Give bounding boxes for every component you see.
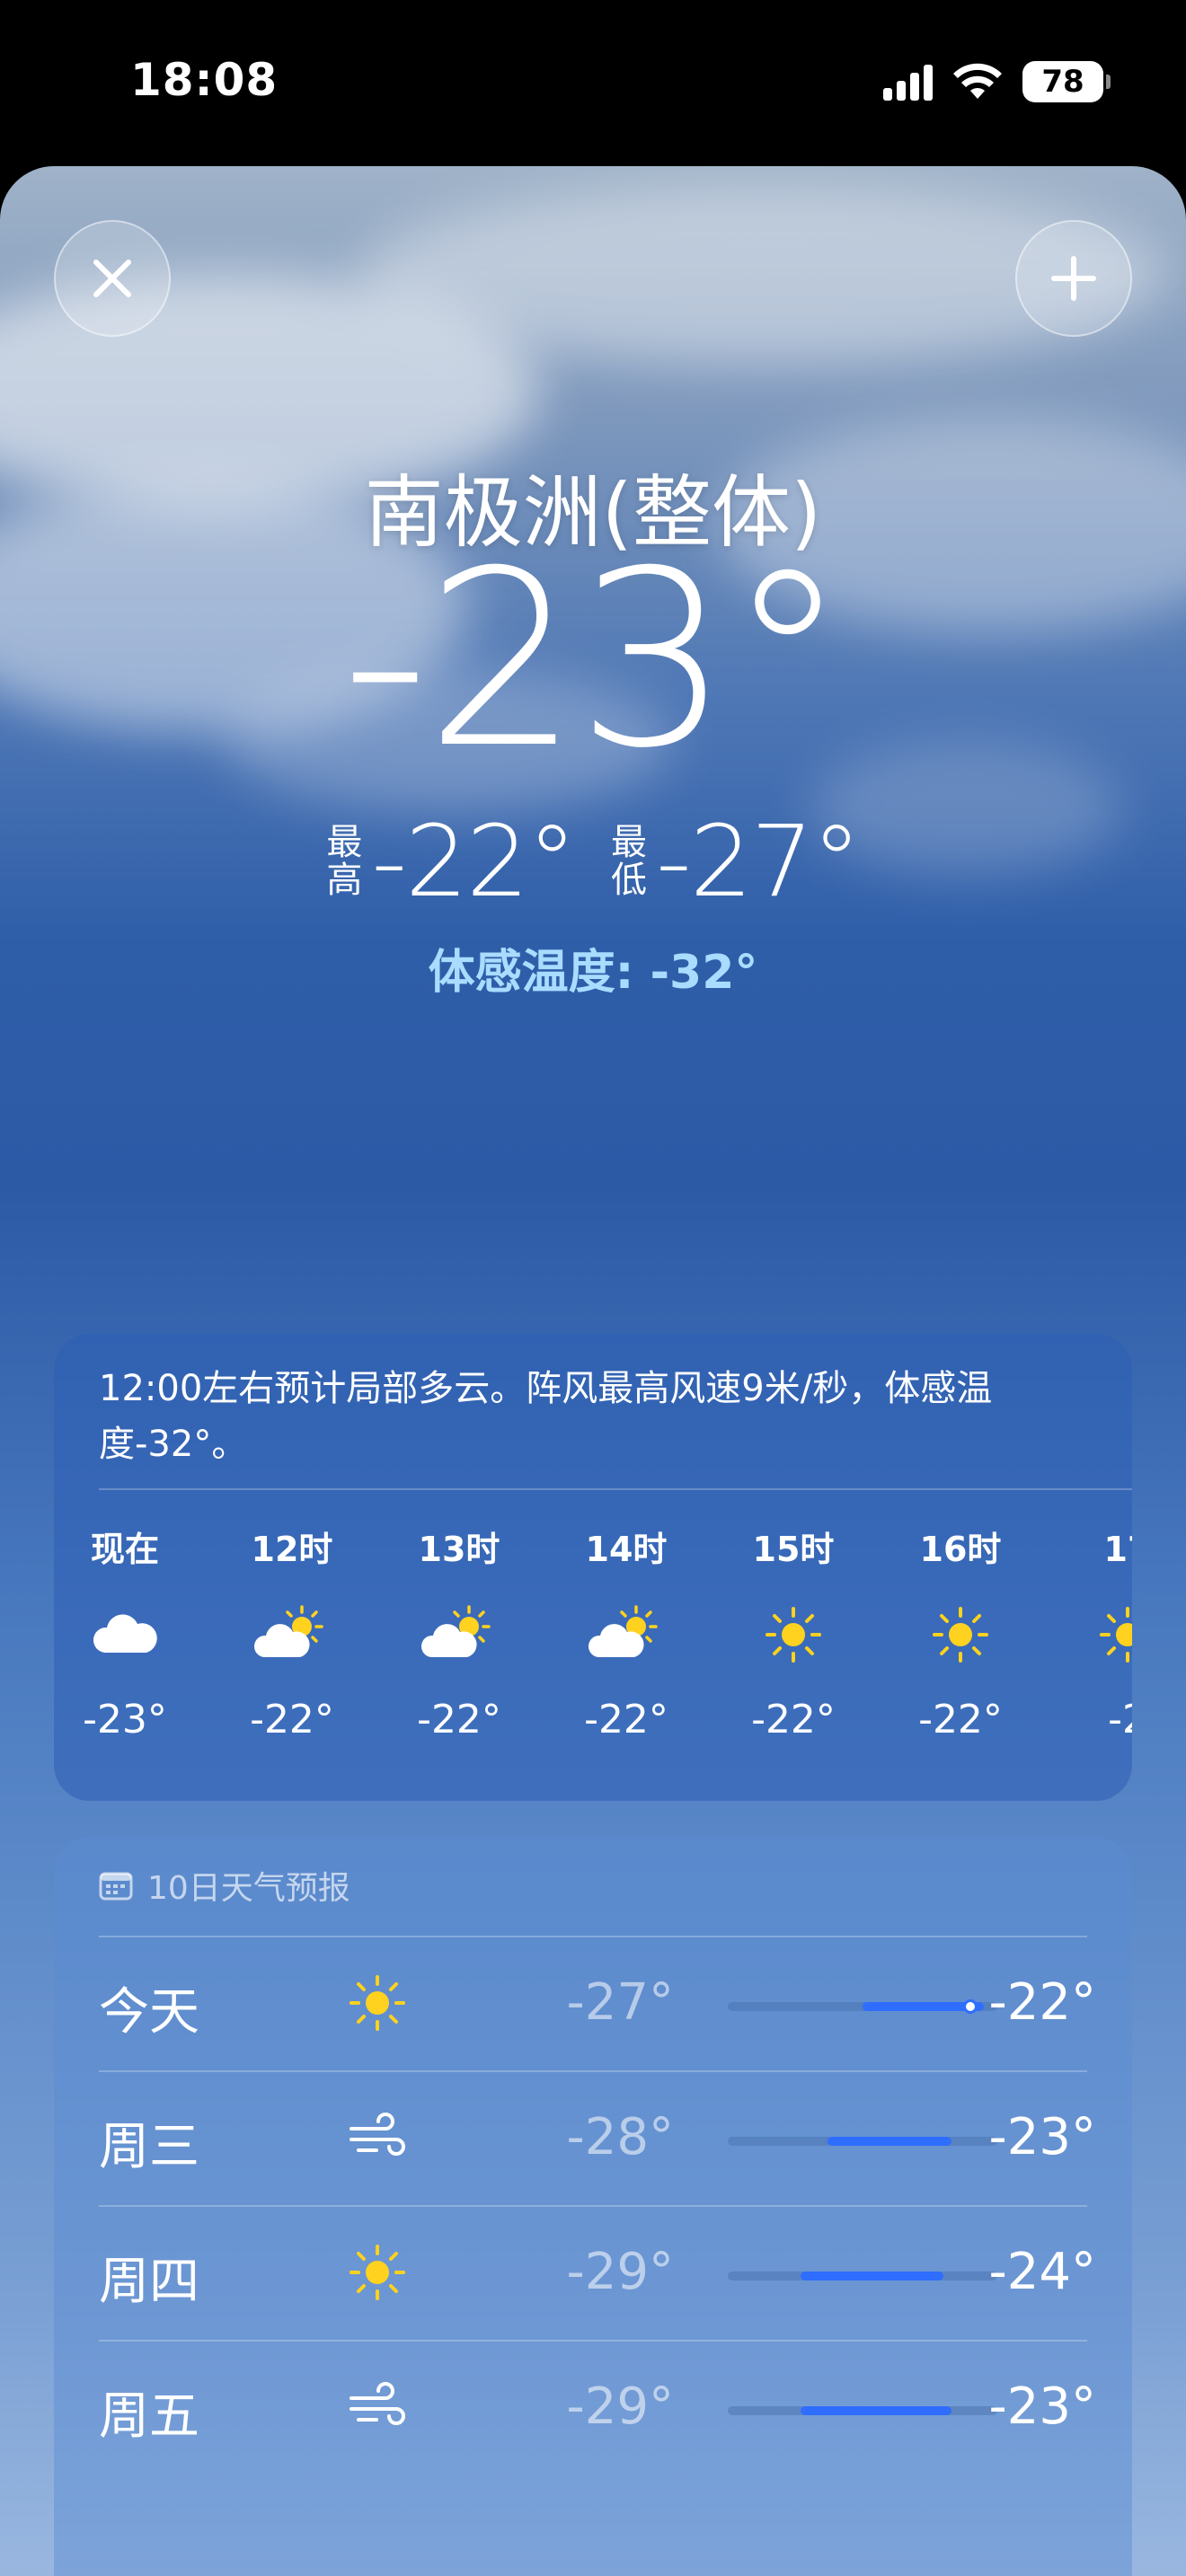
day-high-temp: -24°: [988, 2243, 1096, 2301]
cellular-signal-icon: [883, 63, 933, 101]
feels-like: 体感温度: -32°: [428, 946, 758, 1000]
temp-range-fill: [828, 2137, 951, 2146]
hour-temp: -2: [1108, 1697, 1132, 1742]
sun-icon: [1056, 1576, 1132, 1693]
current-temp-dot: [963, 1999, 978, 2014]
hour-label: 14时: [585, 1530, 668, 1569]
ten-day-header: 10日天气预报: [99, 1862, 350, 1909]
hour-item: 16时 -22°: [889, 1522, 1032, 1747]
day-low-temp: -29°: [566, 2378, 674, 2436]
status-time: 18:08: [130, 54, 279, 106]
temp-range-bar: [728, 2272, 997, 2280]
wind-icon: [341, 2102, 413, 2174]
current-temperature: -23°: [341, 518, 848, 801]
hour-label: 现在: [90, 1530, 159, 1569]
hour-temp: -23°: [83, 1697, 167, 1742]
hour-label: 13时: [418, 1530, 500, 1569]
hourly-forecast-card[interactable]: 12:00左右预计局部多云。阵风最高风速9米/秒，体感温度-32°。 现在 -23…: [54, 1334, 1132, 1801]
status-bar: 18:08 78: [0, 0, 1186, 162]
partly-sunny-icon: [554, 1576, 698, 1693]
divider: [99, 1488, 1132, 1490]
low-temp-group: 最 低 -27°: [611, 804, 862, 919]
day-low-temp: -27°: [566, 1973, 674, 2032]
hour-item: 12时 -22°: [220, 1522, 364, 1747]
day-high-temp: -23°: [988, 2108, 1096, 2166]
day-row[interactable]: 周四 -29° -24°: [99, 2205, 1096, 2340]
partly-sunny-icon: [387, 1576, 531, 1693]
high-label: 最 高: [326, 822, 363, 901]
cloud-icon: [54, 1576, 197, 1693]
day-row[interactable]: 周三 -28° -23°: [99, 2070, 1096, 2205]
hourly-summary: 12:00左右预计局部多云。阵风最高风速9米/秒，体感温度-32°。: [99, 1368, 993, 1465]
day-label: 周五: [99, 2387, 199, 2446]
day-low-temp: -28°: [566, 2108, 674, 2166]
temp-range-bar: [728, 2406, 997, 2415]
day-low-temp: -29°: [566, 2243, 674, 2301]
hour-item: 14时 -22°: [554, 1522, 698, 1747]
hour-item: 13时 -22°: [387, 1522, 531, 1747]
high-temp-group: 最 高 -22°: [326, 804, 577, 919]
day-label: 周三: [99, 2118, 199, 2176]
high-temp: -22°: [371, 804, 577, 919]
hour-item: 现在 -23°: [54, 1522, 197, 1747]
hour-temp: -22°: [417, 1697, 501, 1742]
status-icons: 78: [883, 61, 1111, 102]
sun-icon: [341, 2236, 413, 2308]
hour-item: 15时 -22°: [721, 1522, 865, 1747]
battery-indicator: 78: [1022, 61, 1111, 102]
sun-icon: [721, 1576, 865, 1693]
hour-temp: -22°: [751, 1697, 836, 1742]
day-high-temp: -23°: [988, 2378, 1096, 2436]
low-label: 最 低: [611, 822, 647, 901]
hour-label: 17: [1103, 1530, 1132, 1569]
plus-icon: [1051, 256, 1096, 301]
temp-range-bar: [728, 2137, 997, 2146]
partly-sunny-icon: [220, 1576, 364, 1693]
low-temp: -27°: [656, 804, 862, 919]
temp-range-bar: [728, 1999, 997, 2014]
close-icon: [93, 260, 131, 297]
sun-icon: [341, 1967, 413, 2039]
hourly-scroller[interactable]: 现在 -23° 12时 -22° 13时 -22° 14时 -22° 15时 -22° 16时 -22…: [54, 1522, 1132, 1792]
hour-temp: -22°: [584, 1697, 668, 1742]
sun-icon: [889, 1576, 1032, 1693]
add-location-button[interactable]: [1015, 220, 1132, 337]
hour-temp: -22°: [250, 1697, 334, 1742]
ten-day-forecast-card[interactable]: 10日天气预报 今天 -27° -22° 周三 -28° -23° 周四 -29° -24° 周五…: [54, 1837, 1132, 2576]
day-row[interactable]: 今天 -27° -22°: [99, 1936, 1096, 2070]
hour-label: 15时: [752, 1530, 835, 1569]
hour-temp: -22°: [918, 1697, 1003, 1742]
high-low: 最 高 -22° 最 低 -27°: [0, 804, 1186, 919]
hour-label: 16时: [919, 1530, 1002, 1569]
hour-item: 17 -2: [1056, 1522, 1132, 1747]
close-button[interactable]: [54, 220, 171, 337]
day-high-temp: -22°: [988, 1973, 1096, 2032]
day-label: 周四: [99, 2253, 199, 2311]
wind-icon: [341, 2371, 413, 2443]
day-row[interactable]: 周五 -29° -23°: [99, 2340, 1096, 2475]
wifi-icon: [953, 63, 1002, 99]
hour-label: 12时: [251, 1530, 333, 1569]
temp-range-fill: [801, 2406, 951, 2415]
ten-day-title: 10日天气预报: [147, 1870, 350, 1907]
calendar-icon: [99, 1872, 133, 1901]
temp-range-fill: [801, 2272, 943, 2280]
day-label: 今天: [99, 1983, 199, 2042]
